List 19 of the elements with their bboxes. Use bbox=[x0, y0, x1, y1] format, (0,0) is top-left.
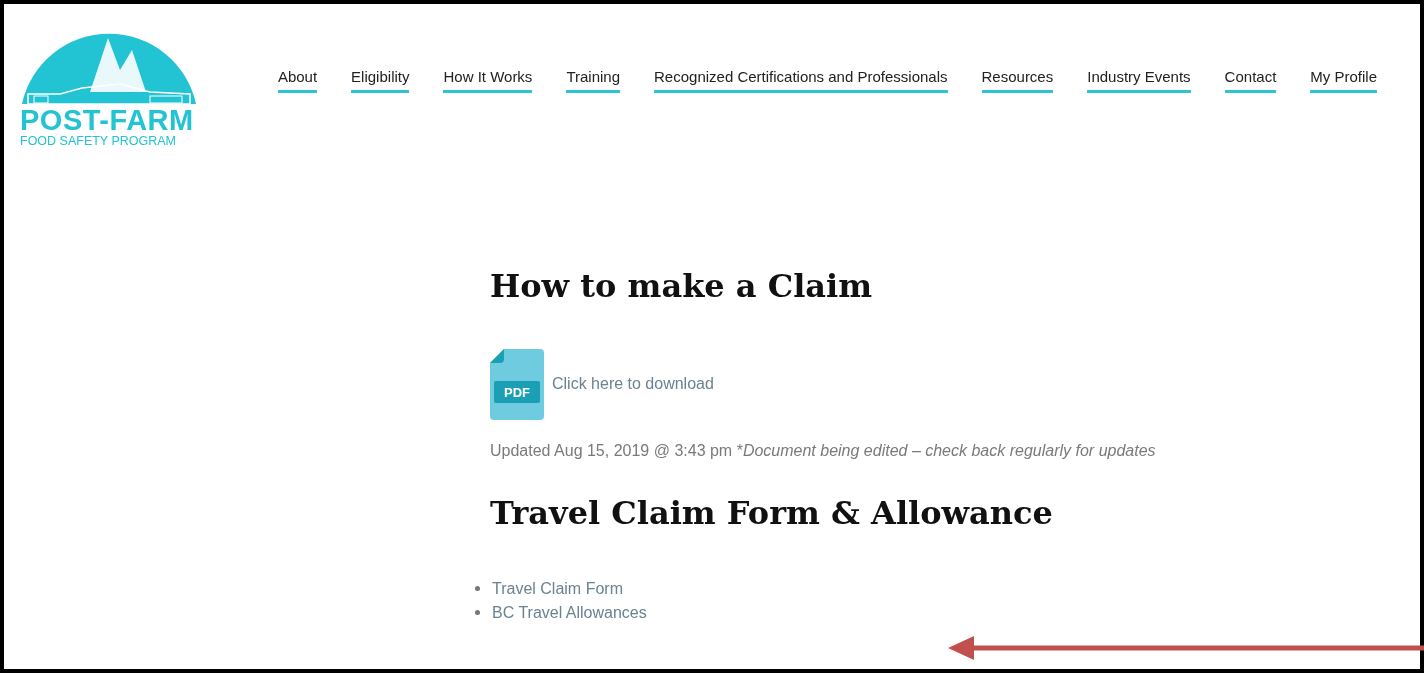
bullet-icon bbox=[475, 586, 480, 592]
nav-link[interactable]: Training bbox=[566, 68, 620, 93]
download-link[interactable]: Click here to download bbox=[552, 375, 714, 394]
nav-link[interactable]: Recognized Certifications and Professionals bbox=[654, 68, 948, 93]
nav-link[interactable]: Eligibility bbox=[351, 68, 410, 93]
nav-link[interactable]: How It Works bbox=[443, 68, 533, 93]
document-link[interactable]: Travel Claim Form bbox=[492, 579, 623, 598]
section-heading: Travel Claim Form & Allowance bbox=[490, 493, 1054, 532]
page-heading: How to make a Claim bbox=[490, 266, 874, 305]
bullet-icon bbox=[475, 610, 480, 616]
nav-link[interactable]: Contact bbox=[1224, 68, 1277, 93]
nav-link[interactable]: Industry Events bbox=[1087, 68, 1191, 93]
update-note: Updated Aug 15, 2019 @ 3:43 pm *Document being edited – check back regularly for updates bbox=[490, 441, 1157, 460]
nav-link[interactable]: My Profile bbox=[1310, 68, 1377, 93]
logo-title: POST-FARM bbox=[20, 106, 194, 135]
nav-link[interactable]: Resources bbox=[981, 68, 1054, 93]
nav-link[interactable]: About bbox=[277, 68, 318, 93]
logo-subtitle: FOOD SAFETY PROGRAM bbox=[20, 135, 177, 149]
document-link[interactable]: BC Travel Allowances bbox=[492, 603, 647, 622]
